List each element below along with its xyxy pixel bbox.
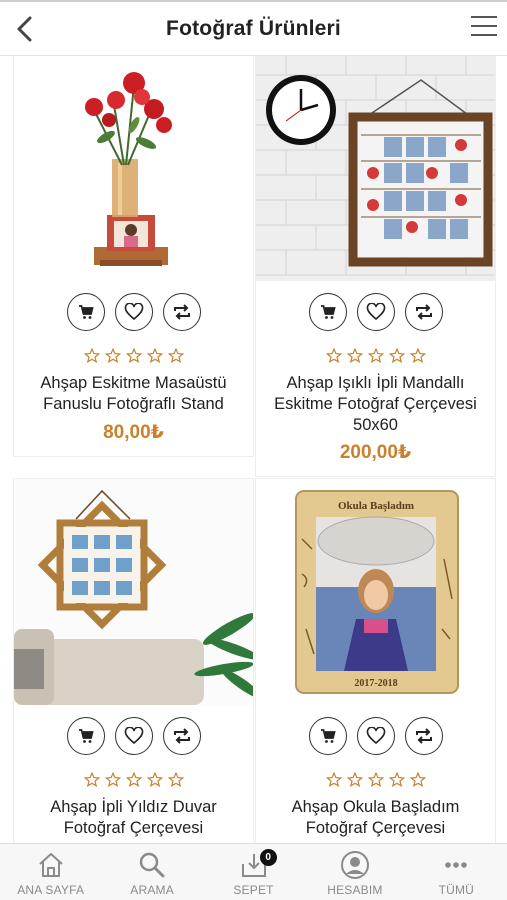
star-outline-icon: [325, 772, 342, 788]
heart-icon: [124, 303, 143, 321]
product-price: 200,00₺: [339, 442, 412, 463]
star-outline-icon: [83, 772, 100, 788]
chevron-left-icon: [17, 16, 32, 42]
compare-arrows-icon: [173, 728, 190, 744]
star-outline-icon: [125, 348, 142, 364]
compare-button[interactable]: [404, 293, 443, 331]
compare-arrows-icon: [173, 304, 190, 320]
tab-home[interactable]: ANA SAYFA: [0, 844, 101, 900]
product-image[interactable]: [14, 479, 253, 705]
compare-arrows-icon: [415, 728, 432, 744]
app-header: Fotoğraf Ürünleri: [0, 0, 507, 56]
tab-account-label: HESABIM: [327, 883, 383, 897]
cart-count-badge: 0: [259, 849, 277, 866]
bottom-tab-bar: ANA SAYFA ARAMA 0 SEPET HESABIM TÜMÜ: [0, 843, 507, 900]
star-outline-icon: [125, 772, 142, 788]
product-card[interactable]: Okula Başladım 2017-2018 Ahşap Okula Baş…: [255, 478, 496, 843]
compare-button[interactable]: [162, 293, 201, 331]
star-outline-icon: [388, 772, 405, 788]
heart-icon: [366, 727, 385, 745]
user-icon: [340, 851, 369, 879]
product-actions: [14, 717, 253, 755]
compare-button[interactable]: [404, 717, 443, 755]
more-icon: [445, 862, 468, 868]
product-name[interactable]: Ahşap Eskitme Masaüstü Fanuslu Fotoğrafl…: [20, 373, 247, 415]
tab-cart-label: SEPET: [233, 883, 274, 897]
hamburger-menu-icon: [471, 16, 497, 36]
tab-home-label: ANA SAYFA: [17, 883, 85, 897]
star-outline-icon: [167, 772, 184, 788]
product-actions: [14, 293, 253, 331]
rating-stars: [256, 348, 495, 364]
product-name[interactable]: Ahşap İpli Yıldız Duvar Fotoğraf Çerçeve…: [20, 797, 247, 839]
star-outline-icon: [409, 772, 426, 788]
star-outline-icon: [409, 348, 426, 364]
add-to-cart-button[interactable]: [66, 717, 105, 755]
back-button[interactable]: [10, 14, 40, 44]
product-name[interactable]: Ahşap Işıklı İpli Mandallı Eskitme Fotoğ…: [262, 373, 489, 436]
cart-icon: [320, 729, 336, 743]
product-card[interactable]: Ahşap Eskitme Masaüstü Fanuslu Fotoğrafl…: [13, 56, 254, 457]
product-actions: [256, 293, 495, 331]
star-outline-icon: [325, 348, 342, 364]
cart-icon: [320, 305, 336, 319]
star-outline-icon: [146, 772, 163, 788]
product-image[interactable]: [256, 56, 495, 281]
tab-search[interactable]: ARAMA: [101, 844, 202, 900]
rating-stars: [14, 348, 253, 364]
home-icon: [39, 853, 63, 877]
product-grid: Ahşap Eskitme Masaüstü Fanuslu Fotoğrafl…: [13, 56, 496, 843]
product-actions: [256, 717, 495, 755]
frame-text-top: Okula Başladım: [338, 500, 414, 512]
rating-stars: [14, 772, 253, 788]
product-card[interactable]: Ahşap Işıklı İpli Mandallı Eskitme Fotoğ…: [255, 56, 496, 477]
product-card[interactable]: Ahşap İpli Yıldız Duvar Fotoğraf Çerçeve…: [13, 478, 254, 843]
page-title: Fotoğraf Ürünleri: [166, 16, 341, 40]
heart-icon: [366, 303, 385, 321]
product-price: 80,00₺: [103, 422, 164, 443]
star-outline-icon: [104, 348, 121, 364]
star-outline-icon: [167, 348, 184, 364]
star-outline-icon: [83, 348, 100, 364]
heart-icon: [124, 727, 143, 745]
compare-button[interactable]: [162, 717, 201, 755]
compare-arrows-icon: [415, 304, 432, 320]
cart-icon: [78, 305, 94, 319]
search-icon: [139, 852, 165, 878]
tab-more-label: TÜMÜ: [438, 883, 475, 897]
tab-search-label: ARAMA: [130, 883, 174, 897]
star-outline-icon: [367, 348, 384, 364]
star-outline-icon: [146, 348, 163, 364]
star-outline-icon: [104, 772, 121, 788]
menu-button[interactable]: [471, 16, 497, 40]
add-to-cart-button[interactable]: [308, 717, 347, 755]
frame-text-bottom: 2017-2018: [354, 678, 397, 689]
tab-more[interactable]: TÜMÜ: [406, 844, 507, 900]
product-image[interactable]: [14, 56, 253, 281]
product-image[interactable]: Okula Başladım 2017-2018: [256, 479, 495, 705]
add-to-favorites-button[interactable]: [356, 293, 395, 331]
add-to-favorites-button[interactable]: [356, 717, 395, 755]
star-outline-icon: [367, 772, 384, 788]
tab-account[interactable]: HESABIM: [304, 844, 405, 900]
add-to-favorites-button[interactable]: [114, 293, 153, 331]
rating-stars: [256, 772, 495, 788]
star-outline-icon: [388, 348, 405, 364]
cart-icon: [78, 729, 94, 743]
add-to-favorites-button[interactable]: [114, 717, 153, 755]
star-outline-icon: [346, 772, 363, 788]
product-name[interactable]: Ahşap Okula Başladım Fotoğraf Çerçevesi: [262, 797, 489, 839]
star-outline-icon: [346, 348, 363, 364]
add-to-cart-button[interactable]: [308, 293, 347, 331]
add-to-cart-button[interactable]: [66, 293, 105, 331]
tab-cart[interactable]: 0 SEPET: [203, 844, 304, 900]
